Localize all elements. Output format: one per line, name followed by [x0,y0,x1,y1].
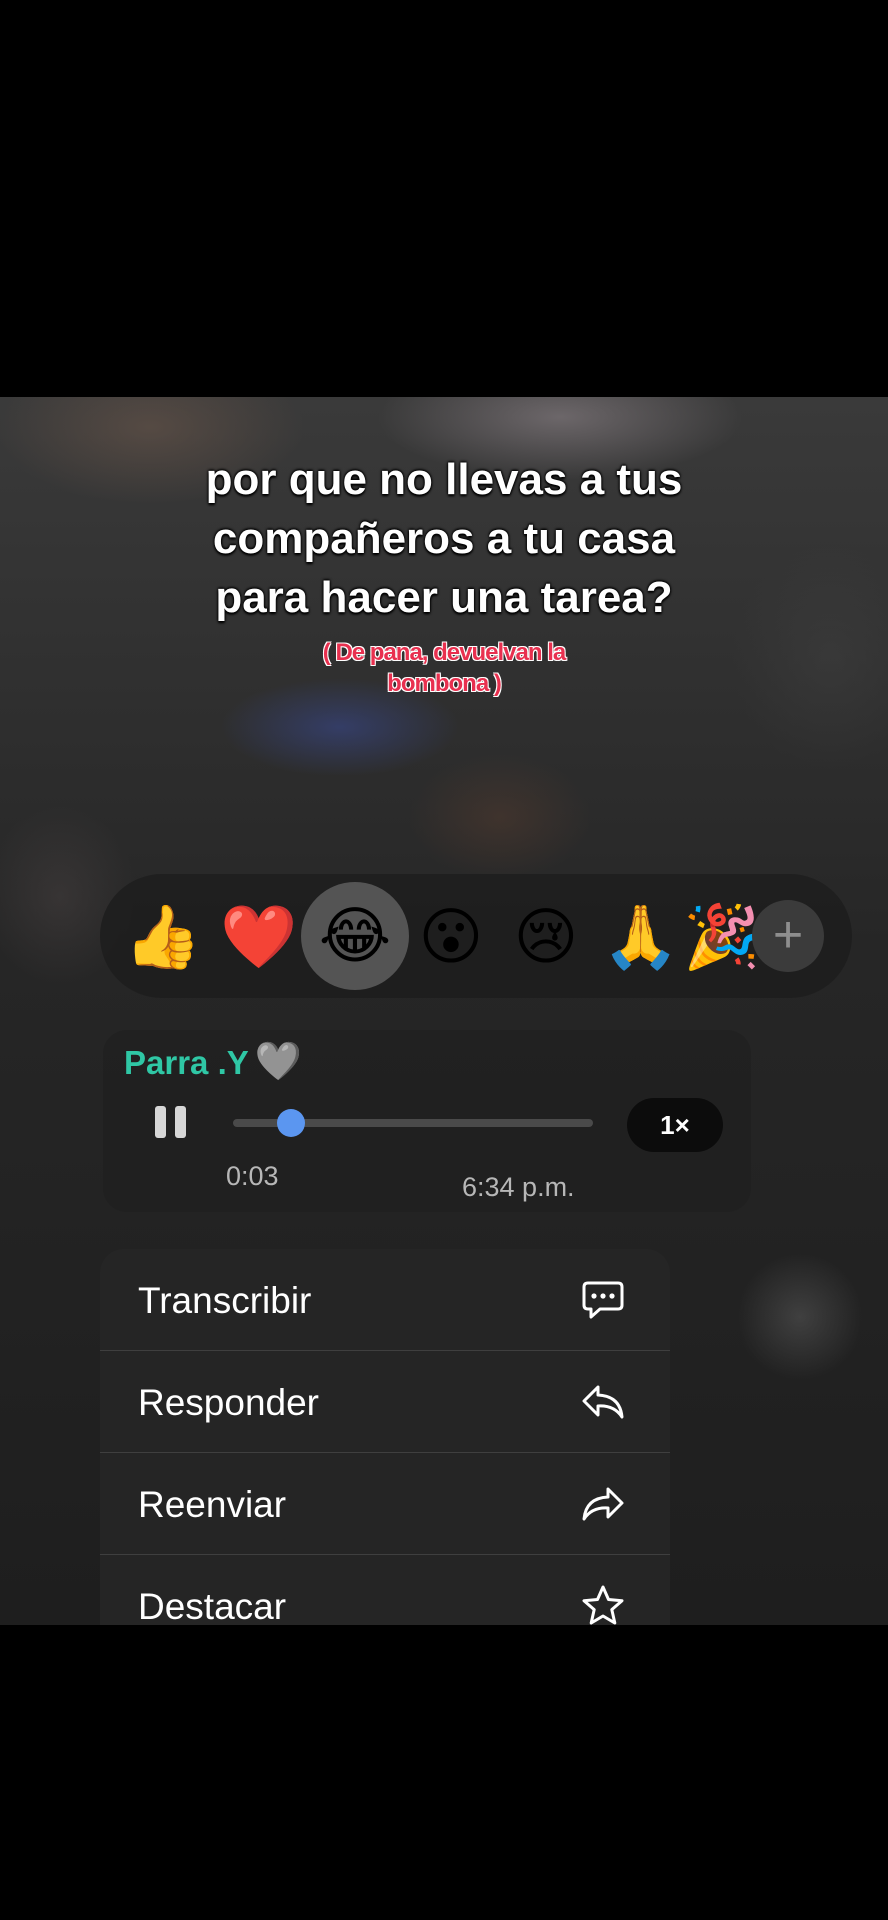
subtitle-line: bombona ) [387,670,502,697]
voice-message-bubble[interactable]: Parra .Y 🩶 1× 0:03 6:34 p.m. [103,1030,751,1212]
reply-icon [582,1385,624,1419]
menu-item-label: Destacar [138,1586,287,1625]
reaction-bar: 👍 ❤️ 😂 😮 😢 🙏 🎉 + [100,874,852,998]
playback-speed-button[interactable]: 1× [627,1098,723,1152]
blurred-chat-background: por que no llevas a tus compañeros a tu … [0,397,888,1625]
menu-item-label: Reenviar [138,1484,287,1525]
reaction-surprised[interactable]: 😮 [406,892,496,982]
menu-item-label: Responder [138,1382,320,1423]
audio-progress-knob[interactable] [276,1109,305,1137]
caption-line: por que no llevas a tus [205,455,683,504]
video-caption: por que no llevas a tus compañeros a tu … [0,450,888,627]
caption-line: para hacer una tarea? [215,573,673,622]
star-icon [582,1585,624,1625]
sender-name-row: Parra .Y 🩶 [124,1040,302,1084]
grey-heart-icon: 🩶 [254,1041,303,1083]
menu-item-forward[interactable]: Reenviar [100,1453,670,1555]
more-reactions-button[interactable]: + [752,900,824,972]
message-timestamp: 6:34 p.m. [462,1172,575,1202]
reaction-heart[interactable]: ❤️ [214,892,304,982]
menu-item-transcribe[interactable]: Transcribir [100,1249,670,1351]
reaction-praying[interactable]: 🙏 [596,892,686,982]
caption-subtitle: ( De pana, devuelvan la bombona ) [284,637,604,699]
caption-line: compañeros a tu casa [212,514,676,563]
reaction-laughing[interactable]: 😂 [301,882,409,990]
menu-item-reply[interactable]: Responder [100,1351,670,1453]
forward-icon [582,1487,624,1521]
subtitle-line: ( De pana, devuelvan la [322,639,566,666]
menu-item-star[interactable]: Destacar [100,1555,670,1625]
sender-name: Parra .Y [124,1044,249,1081]
menu-item-label: Transcribir [138,1280,312,1321]
transcribe-icon [582,1281,624,1319]
reaction-thumbs-up[interactable]: 👍 [118,892,208,982]
context-menu: Transcribir Responder Reenviar Destacar [100,1249,670,1625]
elapsed-time: 0:03 [226,1161,279,1191]
reaction-crying[interactable]: 😢 [501,892,591,982]
